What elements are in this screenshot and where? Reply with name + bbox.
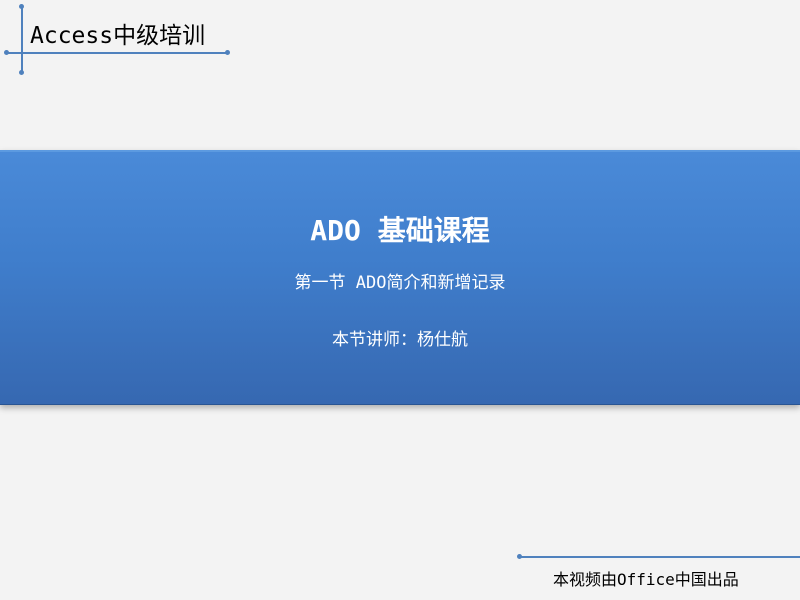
title-band: ADO 基础课程 第一节 ADO简介和新增记录 本节讲师：杨仕航	[0, 150, 800, 405]
decorative-dot-icon	[4, 50, 9, 55]
section-subtitle: 第一节 ADO简介和新增记录	[294, 273, 506, 293]
footer-credit: 本视频由Office中国出品	[553, 570, 739, 589]
lecturer-line: 本节讲师：杨仕航	[332, 330, 468, 350]
decorative-horizontal-line	[6, 52, 228, 54]
course-title: ADO 基础课程	[310, 214, 490, 247]
slide: Access中级培训 ADO 基础课程 第一节 ADO简介和新增记录 本节讲师：…	[0, 0, 800, 600]
decorative-dot-icon	[19, 4, 24, 9]
decorative-dot-icon	[19, 70, 24, 75]
footer-dot-icon	[517, 554, 522, 559]
footer-divider-line	[520, 556, 800, 558]
decorative-vertical-line	[21, 6, 23, 72]
decorative-dot-icon	[225, 50, 230, 55]
header-title: Access中级培训	[30, 23, 206, 49]
